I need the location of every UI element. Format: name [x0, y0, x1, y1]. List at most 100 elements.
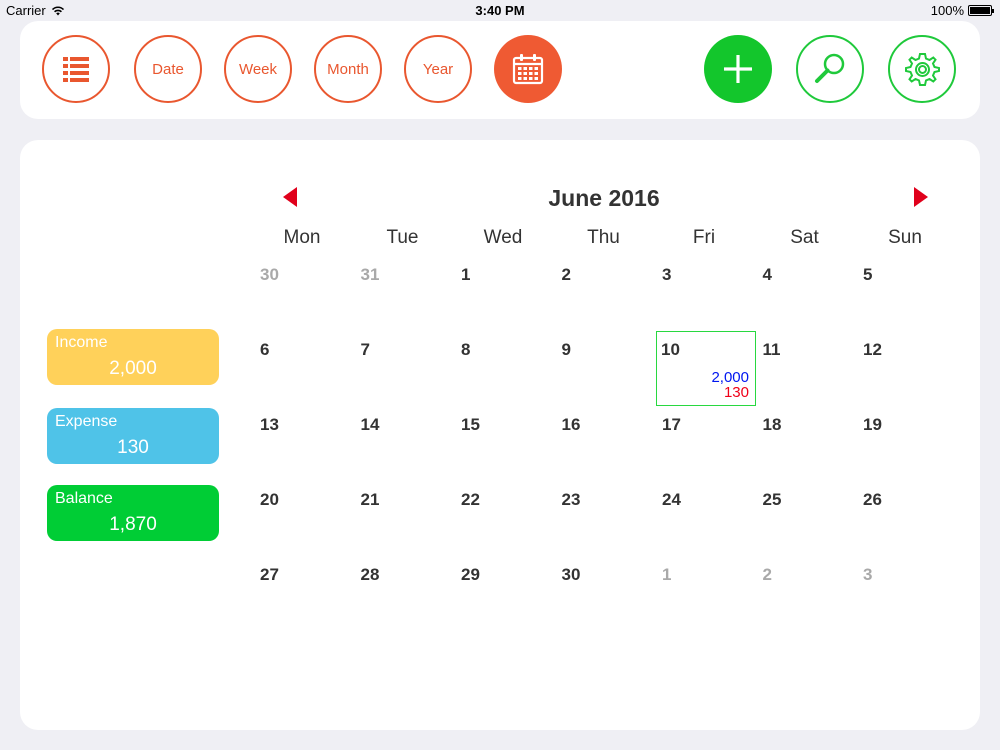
day-number: 21 [360, 490, 380, 509]
calendar-day[interactable]: 12 [857, 331, 957, 406]
next-arrow-icon[interactable] [914, 187, 928, 207]
calendar-day[interactable]: 7 [355, 331, 455, 406]
calendar-day[interactable]: 21 [355, 481, 455, 556]
calendar-day[interactable]: 17 [656, 406, 756, 481]
calendar-day[interactable]: 2 [757, 556, 857, 631]
day-expense-amount: 130 [723, 384, 749, 401]
balance-value: 1,870 [109, 514, 157, 535]
weekday-label: Thu [587, 227, 620, 248]
calendar-day[interactable]: 29 [455, 556, 555, 631]
day-number: 30 [561, 565, 581, 584]
search-button[interactable] [796, 35, 864, 103]
day-number: 19 [863, 415, 882, 434]
calendar-day[interactable]: 11 [757, 331, 857, 406]
calendar-day[interactable]: 2 [556, 256, 656, 331]
day-number: 6 [260, 340, 270, 359]
calendar-day[interactable]: 22 [455, 481, 555, 556]
calendar-day[interactable]: 25 [757, 481, 857, 556]
list-view-button[interactable] [42, 35, 110, 103]
calendar-day[interactable]: 16 [556, 406, 656, 481]
year-view-button[interactable]: Year [404, 35, 472, 103]
day-number: 11 [762, 340, 781, 359]
income-summary[interactable]: Income 2,000 [47, 329, 219, 385]
balance-summary[interactable]: Balance 1,870 [47, 485, 219, 541]
calendar-day[interactable]: 26 [857, 481, 957, 556]
calendar-day[interactable]: 3 [656, 256, 756, 331]
calendar-day[interactable]: 13 [254, 406, 354, 481]
day-number: 28 [360, 565, 380, 584]
gear-icon [905, 53, 940, 86]
calendar-day[interactable]: 6 [254, 331, 354, 406]
day-number: 7 [360, 340, 370, 359]
calendar-day[interactable]: 28 [355, 556, 455, 631]
calendar-day[interactable]: 24 [656, 481, 756, 556]
status-bar: Carrier 3:40 PM 100% [0, 0, 1000, 20]
day-number: 9 [561, 340, 571, 359]
calendar-day[interactable]: 27 [254, 556, 354, 631]
day-number: 14 [360, 415, 380, 434]
day-number: 27 [260, 565, 279, 584]
calendar-day[interactable]: 14 [355, 406, 455, 481]
year-view-label: Year [422, 60, 454, 78]
day-number: 20 [260, 490, 279, 509]
day-number: 10 [661, 340, 680, 359]
weekday-label: Wed [483, 227, 523, 248]
calendar-day[interactable]: 3 [857, 556, 957, 631]
day-number: 17 [662, 415, 681, 434]
calendar-day[interactable]: 23 [556, 481, 656, 556]
calendar-day[interactable]: 19 [857, 406, 957, 481]
month-view-label: Month [327, 60, 369, 78]
calendar-day[interactable]: 18 [757, 406, 857, 481]
income-value: 2,000 [109, 358, 157, 379]
month-view-button[interactable]: Month [314, 35, 382, 103]
calendar-day[interactable]: 15 [455, 406, 555, 481]
calendar-day[interactable]: 30 [254, 256, 354, 331]
battery-group: 100% [930, 3, 994, 18]
settings-button[interactable] [888, 35, 956, 103]
day-number: 31 [360, 265, 380, 284]
calendar-view-button[interactable] [494, 35, 562, 103]
day-number: 2 [561, 265, 571, 284]
day-number: 3 [863, 565, 873, 584]
calendar-day[interactable]: 8 [455, 331, 555, 406]
add-entry-button[interactable] [704, 35, 772, 103]
weekday-label: Sun [888, 227, 922, 248]
calendar-day[interactable]: 31 [355, 256, 455, 331]
prev-arrow-icon[interactable] [283, 187, 297, 207]
plus-icon [724, 55, 752, 83]
calendar-day[interactable]: 1 [455, 256, 555, 331]
income-label: Income [55, 334, 108, 351]
battery-percent: 100% [930, 3, 964, 18]
day-number: 8 [461, 340, 471, 359]
calendar-day[interactable]: 4 [757, 256, 857, 331]
weekday-label: Sat [790, 227, 819, 248]
weekday-label: Tue [386, 227, 419, 248]
day-number: 23 [561, 490, 581, 509]
day-number: 12 [863, 340, 882, 359]
status-time: 3:40 PM [475, 3, 525, 18]
day-number: 18 [762, 415, 782, 434]
calendar-day-selected[interactable]: 10 2,000 130 [656, 331, 756, 406]
calendar-day[interactable]: 20 [254, 481, 354, 556]
week-view-button[interactable]: Week [224, 35, 292, 103]
date-view-button[interactable]: Date [134, 35, 202, 103]
day-number: 22 [461, 490, 480, 509]
search-icon [815, 53, 845, 83]
calendar-icon [512, 54, 544, 85]
calendar-day[interactable]: 9 [556, 331, 656, 406]
date-view-label: Date [152, 60, 184, 78]
calendar-day[interactable]: 30 [556, 556, 656, 631]
day-number: 29 [461, 565, 480, 584]
list-icon [63, 57, 89, 82]
day-number: 26 [863, 490, 882, 509]
expense-label: Expense [55, 413, 118, 430]
day-number: 3 [662, 265, 672, 284]
weekday-label: Fri [692, 227, 716, 248]
day-number: 15 [461, 415, 480, 434]
expense-summary[interactable]: Expense 130 [47, 408, 219, 464]
calendar-day[interactable]: 5 [857, 256, 957, 331]
battery-icon [968, 5, 994, 16]
calendar-day[interactable]: 1 [656, 556, 756, 631]
balance-label: Balance [55, 490, 113, 507]
calendar-panel: June 2016 Mon Tue Wed Thu Fri Sat Sun 30 31 1 2 3 4… [20, 140, 980, 730]
